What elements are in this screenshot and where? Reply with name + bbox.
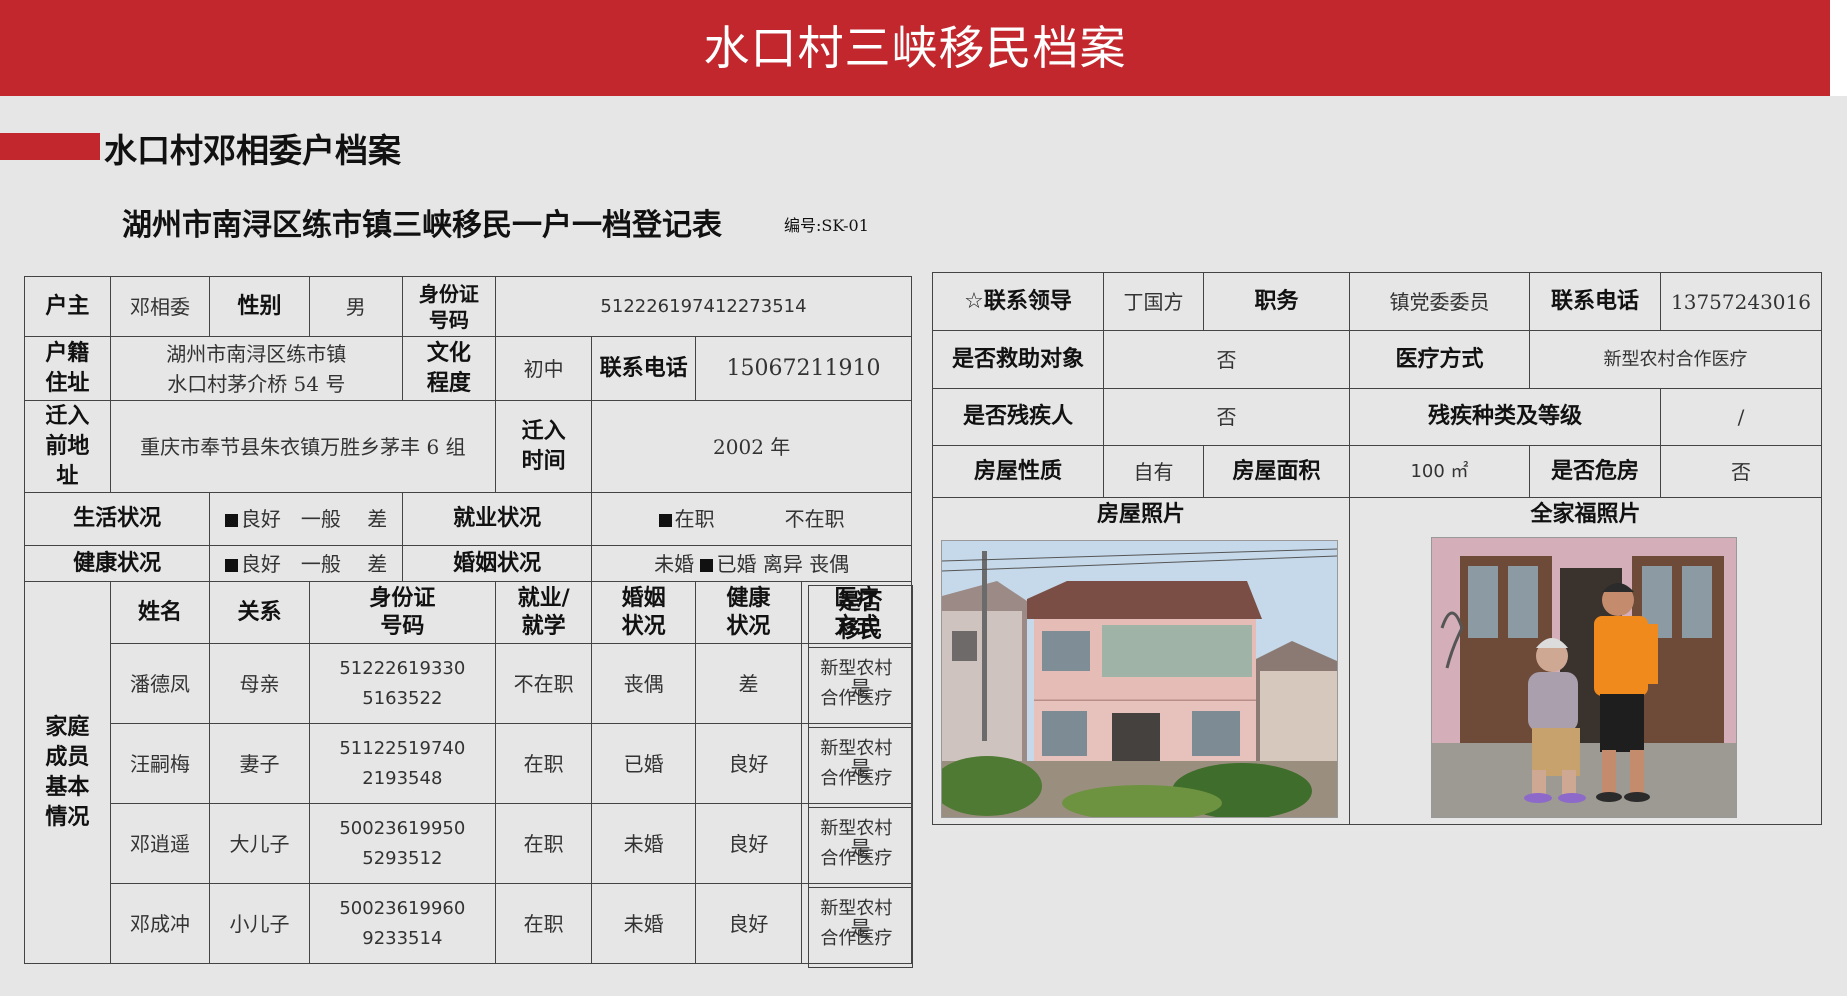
form-title: 湖州市南浔区练市镇三峡移民一户一档登记表	[122, 208, 722, 243]
col-marriage: 婚姻 状况	[591, 581, 697, 644]
member-id: 50023619960 9233514	[308, 883, 496, 964]
danger-value: 否	[1660, 445, 1822, 498]
hukou-address: 湖州市南浔区练市镇 水口村茅介桥 54 号	[109, 336, 403, 401]
health-label: 健康状况	[23, 545, 211, 582]
member-job: 在职	[494, 883, 593, 964]
aid-value: 否	[1103, 330, 1350, 389]
aid-label: 是否救助对象	[932, 330, 1104, 389]
table-row: 邓逍遥 大儿子 50023619950 5293512 在职 未婚 良好 新型农村…	[25, 803, 913, 884]
member-relation: 母亲	[209, 643, 310, 724]
member-migrant: 是	[808, 807, 913, 888]
edu-value: 初中	[494, 336, 593, 401]
house-nature-label: 房屋性质	[932, 445, 1104, 498]
member-migrant: 是	[808, 727, 913, 808]
col-health: 健康 状况	[695, 581, 802, 644]
checked-box-icon	[224, 514, 238, 527]
member-marriage: 未婚	[591, 803, 697, 884]
edu-label: 文化 程度	[401, 336, 496, 401]
leader-label: ☆联系领导	[932, 272, 1104, 331]
head-phone-label: 联系电话	[591, 336, 697, 401]
section-title: 水口村邓相委户档案	[104, 131, 401, 170]
checked-box-icon	[700, 558, 714, 572]
col-job: 就业/就学	[494, 581, 593, 644]
id-label: 身份证 号码	[401, 276, 496, 337]
section-accent-bar	[0, 133, 100, 160]
household-table: 户主 邓相委 性别 男 身份证 号码 512226197412273514 户籍住…	[23, 276, 913, 964]
member-relation: 妻子	[209, 723, 310, 804]
checked-box-icon	[658, 514, 672, 527]
member-health: 良好	[695, 723, 802, 804]
member-relation: 大儿子	[209, 803, 310, 884]
head-name: 邓相委	[109, 276, 211, 337]
member-marriage: 丧偶	[591, 643, 697, 724]
table-row: 邓成冲 小儿子 50023619960 9233514 在职 未婚 良好 新型农村…	[25, 883, 913, 964]
leader-phone: 13757243016	[1660, 272, 1822, 331]
marriage-options: 未婚 已婚 离异 丧偶	[591, 545, 912, 582]
disabled-label: 是否残疾人	[932, 388, 1104, 446]
member-marriage: 已婚	[591, 723, 697, 804]
col-relation: 关系	[209, 581, 310, 644]
member-job: 在职	[494, 803, 593, 884]
member-job: 不在职	[494, 643, 593, 724]
living-options: 良好 一般 差	[209, 492, 403, 546]
page-banner: 水口村三峡移民档案	[0, 0, 1830, 96]
col-name: 姓名	[109, 581, 211, 644]
from-label: 迁入 前地址	[24, 400, 111, 493]
gender-value: 男	[308, 276, 403, 337]
living-label: 生活状况	[23, 492, 211, 546]
head-label: 户主	[24, 276, 111, 337]
danger-label: 是否危房	[1529, 445, 1661, 498]
leader-phone-label: 联系电话	[1529, 272, 1661, 331]
employ-options: 在职 不在职	[591, 492, 912, 546]
member-name: 潘德凤	[109, 643, 211, 724]
from-address: 重庆市奉节县朱衣镇万胜乡茅丰 6 组	[109, 400, 496, 493]
disability-label: 残疾种类及等级	[1349, 388, 1661, 446]
disability-value: /	[1660, 388, 1822, 446]
migrant-column: 是否 移民 是 是 是 是	[808, 585, 913, 968]
disabled-value: 否	[1103, 388, 1350, 446]
hukou-label: 户籍 住址	[24, 336, 111, 401]
post-label: 职务	[1203, 272, 1350, 331]
member-name: 邓成冲	[109, 883, 211, 964]
marriage-label: 婚姻状况	[401, 545, 593, 582]
head-phone: 15067211910	[695, 336, 912, 401]
member-id: 51122519740 2193548	[308, 723, 496, 804]
leader-name: 丁国方	[1103, 272, 1204, 331]
family-photo	[1431, 537, 1737, 818]
form-code: 编号:SK-01	[784, 216, 869, 235]
member-health: 良好	[695, 883, 802, 964]
employ-label: 就业状况	[401, 492, 593, 546]
member-job: 在职	[494, 723, 593, 804]
house-photo	[941, 540, 1338, 818]
member-health: 差	[695, 643, 802, 724]
post-value: 镇党委委员	[1349, 272, 1530, 331]
banner-edge	[1830, 0, 1847, 96]
member-id: 50023619950 5293512	[308, 803, 496, 884]
house-nature-value: 自有	[1103, 445, 1204, 498]
member-name: 汪嗣梅	[109, 723, 211, 804]
member-health: 良好	[695, 803, 802, 884]
checked-box-icon	[224, 558, 238, 572]
table-row: 潘德凤 母亲 51222619330 5163522 不在职 丧偶 差 新型农村合…	[25, 643, 913, 724]
health-options: 良好 一般 差	[209, 545, 403, 582]
move-time: 2002 年	[591, 400, 912, 493]
table-row: 汪嗣梅 妻子 51122519740 2193548 在职 已婚 良好 新型农村合…	[25, 723, 913, 804]
member-migrant: 是	[808, 887, 913, 968]
house-area-label: 房屋面积	[1203, 445, 1350, 498]
member-name: 邓逍遥	[109, 803, 211, 884]
medical-value: 新型农村合作医疗	[1529, 330, 1822, 389]
col-migrant: 是否 移民	[808, 585, 913, 648]
house-area-value: 100 ㎡	[1349, 445, 1530, 498]
member-migrant: 是	[808, 647, 913, 728]
col-id: 身份证 号码	[308, 581, 496, 644]
member-marriage: 未婚	[591, 883, 697, 964]
family-label: 家庭 成员 基本 情况	[24, 581, 111, 964]
member-relation: 小儿子	[209, 883, 310, 964]
member-id: 51222619330 5163522	[308, 643, 496, 724]
medical-label: 医疗方式	[1349, 330, 1530, 389]
move-time-label: 迁入 时间	[494, 400, 593, 493]
gender-label: 性别	[209, 276, 310, 337]
head-id-number: 512226197412273514	[494, 276, 913, 337]
